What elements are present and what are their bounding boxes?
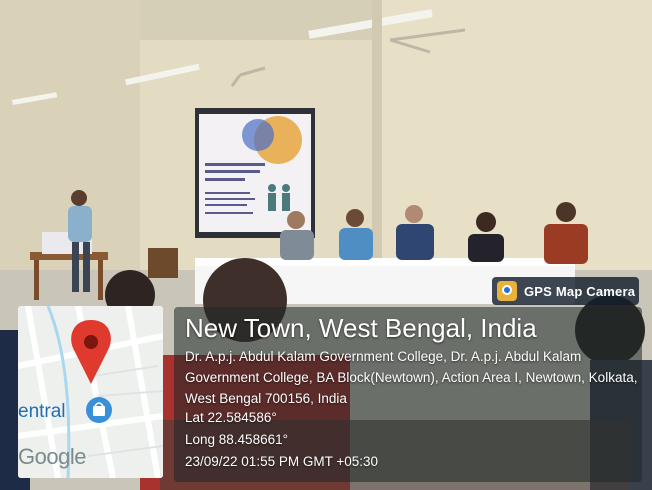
latitude-text: Lat 22.584586°: [185, 410, 277, 425]
location-title: New Town, West Bengal, India: [185, 313, 537, 343]
map-thumbnail: entral Google: [18, 306, 163, 478]
google-logo: Google: [18, 444, 86, 469]
gps-map-camera-badge: GPS Map Camera: [492, 277, 639, 305]
shopping-bag-icon: [86, 397, 112, 423]
longitude-text: Long 88.458661°: [185, 432, 288, 447]
gps-map-camera-icon: [497, 281, 517, 301]
map-place-label: entral: [18, 401, 66, 422]
datetime-text: 23/09/22 01:55 PM GMT +05:30: [185, 454, 379, 469]
badge-label: GPS Map Camera: [524, 283, 636, 299]
location-address: Dr. A.p.j. Abdul Kalam Government Colleg…: [185, 349, 638, 406]
